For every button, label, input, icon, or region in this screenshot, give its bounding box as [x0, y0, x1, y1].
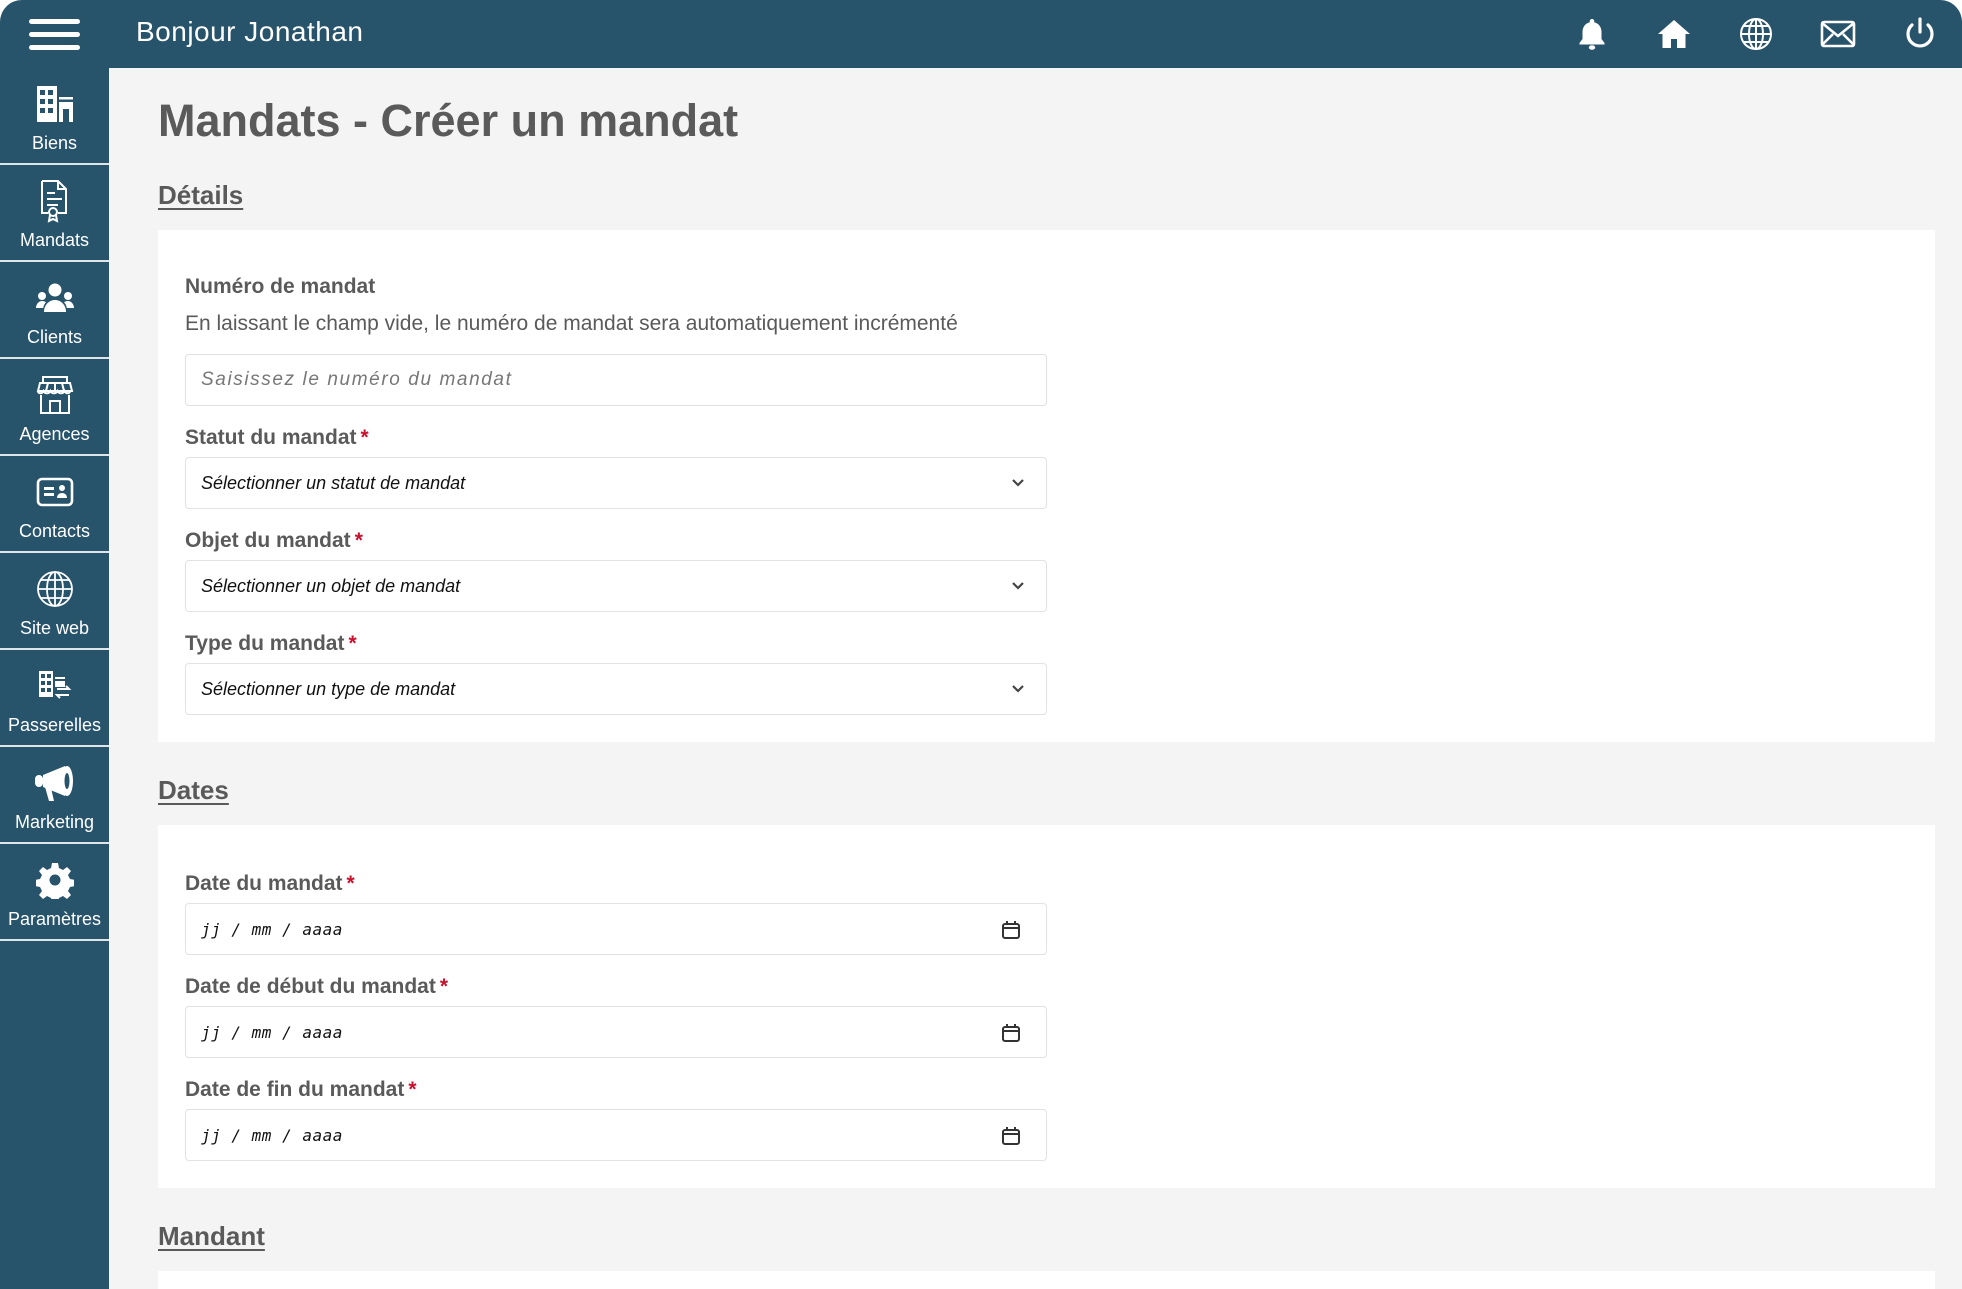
details-card: Numéro de mandat En laissant le champ vi… [158, 230, 1935, 742]
statut-label: Statut du mandat * [185, 426, 369, 449]
top-bar: Bonjour Jonathan [0, 0, 1962, 68]
sidebar-item-label: Passerelles [7, 715, 102, 735]
dates-card: Date du mandat * jj / mm / aaaa Date de d… [158, 825, 1935, 1188]
power-icon[interactable] [1900, 14, 1940, 54]
globe-icon[interactable] [1736, 14, 1776, 54]
app-window: Bonjour Jonathan Biens Mandats Clients A… [0, 0, 1962, 1289]
greeting-text: Bonjour Jonathan [136, 16, 364, 47]
date-fin-placeholder: jj / mm / aaaa [201, 1125, 343, 1145]
sidebar-item-label: Paramètres [7, 909, 102, 929]
calendar-icon[interactable] [1000, 919, 1022, 941]
numero-help-text: En laissant le champ vide, le numéro de … [185, 312, 958, 335]
sidebar-item-label: Agences [19, 424, 90, 444]
required-marker: * [439, 975, 449, 998]
objet-selected-value: Sélectionner un objet de mandat [201, 575, 461, 596]
sidebar-item-marketing[interactable]: Marketing [0, 747, 109, 844]
buildings-icon [33, 82, 77, 126]
sidebar-item-mandats[interactable]: Mandats [0, 165, 109, 262]
objet-select[interactable]: Sélectionner un objet de mandat [185, 560, 1047, 612]
statut-selected-value: Sélectionner un statut de mandat [201, 472, 466, 493]
chevron-down-icon [1012, 685, 1024, 693]
sidebar-item-label: Marketing [14, 812, 95, 832]
date-debut-input[interactable]: jj / mm / aaaa [185, 1006, 1047, 1058]
date-mandat-label: Date du mandat * [185, 872, 355, 895]
hamburger-menu-icon[interactable] [29, 19, 80, 50]
required-marker: * [360, 426, 369, 449]
bell-icon[interactable] [1572, 14, 1612, 54]
sidebar-nav: Biens Mandats Clients Agences Contacts S… [0, 68, 109, 1289]
date-fin-input[interactable]: jj / mm / aaaa [185, 1109, 1047, 1161]
date-fin-label: Date de fin du mandat * [185, 1078, 417, 1101]
date-debut-label: Date de début du mandat * [185, 975, 449, 998]
gear-icon [33, 858, 77, 902]
sidebar-item-label: Biens [31, 133, 78, 153]
numero-mandat-input[interactable]: Saisissez le numéro du mandat [185, 354, 1047, 406]
numero-placeholder: Saisissez le numéro du mandat [201, 369, 513, 390]
page-title: Mandats - Créer un mandat [158, 95, 739, 146]
sidebar-item-passerelles[interactable]: Passerelles [0, 650, 109, 747]
sidebar-item-clients[interactable]: Clients [0, 262, 109, 359]
calendar-icon[interactable] [1000, 1125, 1022, 1147]
certificate-document-icon [33, 179, 77, 223]
type-label: Type du mandat * [185, 632, 357, 655]
required-marker: * [348, 632, 357, 655]
date-mandat-placeholder: jj / mm / aaaa [201, 919, 343, 939]
section-title-details: Détails [158, 180, 244, 210]
users-group-icon [33, 276, 77, 320]
sidebar-item-label: Mandats [19, 230, 90, 250]
home-icon[interactable] [1654, 14, 1694, 54]
section-title-dates: Dates [158, 775, 229, 805]
mail-icon[interactable] [1818, 14, 1858, 54]
mandant-card [158, 1271, 1935, 1289]
date-mandat-input[interactable]: jj / mm / aaaa [185, 903, 1047, 955]
section-title-mandant: Mandant [158, 1221, 265, 1251]
storefront-icon [33, 373, 77, 417]
sidebar-item-label: Contacts [18, 521, 91, 541]
chevron-down-icon [1012, 479, 1024, 487]
main-content: Mandats - Créer un mandat Détails Numéro… [109, 68, 1962, 1289]
sidebar-item-agences[interactable]: Agences [0, 359, 109, 456]
calendar-icon[interactable] [1000, 1022, 1022, 1044]
globe-icon [33, 567, 77, 611]
date-debut-placeholder: jj / mm / aaaa [201, 1022, 343, 1042]
numero-label: Numéro de mandat [185, 275, 376, 298]
sidebar-item-label: Clients [26, 327, 83, 347]
required-marker: * [346, 872, 355, 895]
sidebar-item-label: Site web [19, 618, 90, 638]
type-selected-value: Sélectionner un type de mandat [201, 678, 456, 699]
contact-card-icon [33, 470, 77, 514]
objet-label: Objet du mandat * [185, 529, 363, 552]
required-marker: * [354, 529, 363, 552]
sidebar-item-contacts[interactable]: Contacts [0, 456, 109, 553]
required-marker: * [408, 1078, 417, 1101]
megaphone-icon [33, 761, 77, 805]
statut-select[interactable]: Sélectionner un statut de mandat [185, 457, 1047, 509]
chevron-down-icon [1012, 582, 1024, 590]
type-select[interactable]: Sélectionner un type de mandat [185, 663, 1047, 715]
sidebar-item-biens[interactable]: Biens [0, 68, 109, 165]
sidebar-item-parametres[interactable]: Paramètres [0, 844, 109, 941]
building-transfer-icon [33, 664, 77, 708]
sidebar-item-site-web[interactable]: Site web [0, 553, 109, 650]
